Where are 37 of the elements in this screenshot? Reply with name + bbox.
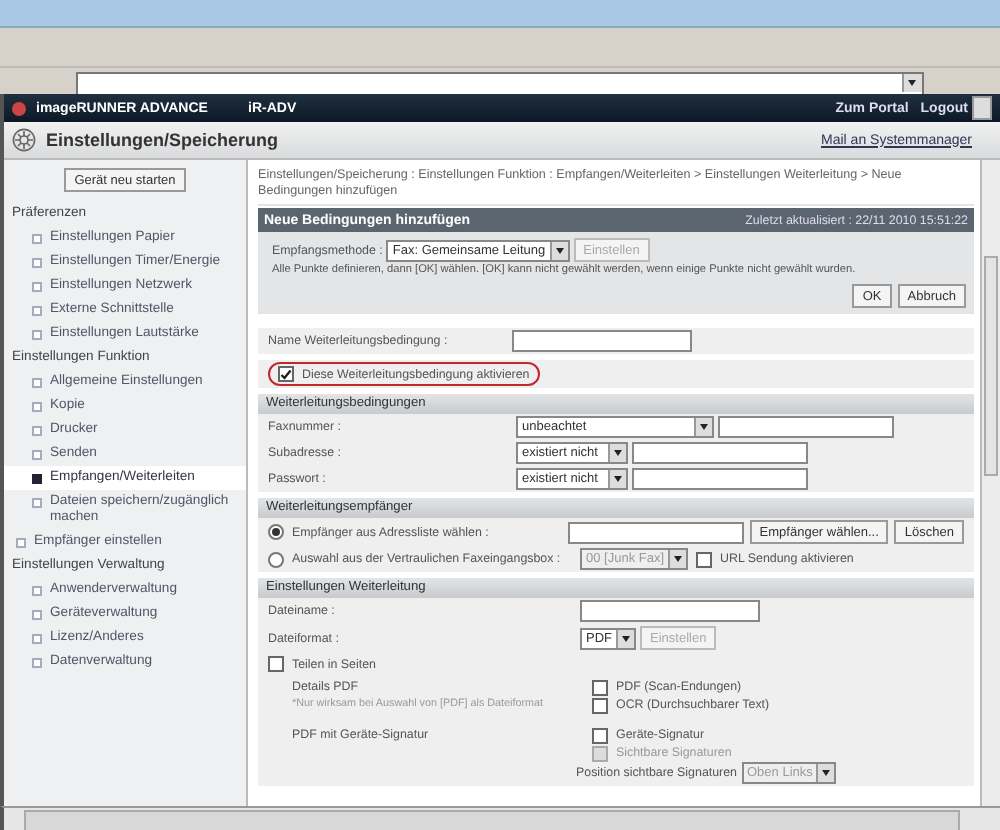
text-field[interactable] bbox=[718, 416, 894, 438]
bullet-icon bbox=[16, 537, 26, 547]
settings-icon bbox=[12, 128, 36, 152]
page-title: Einstellungen/Speicherung bbox=[46, 130, 281, 150]
checkbox[interactable] bbox=[268, 656, 284, 672]
radio-button[interactable] bbox=[268, 551, 284, 567]
checkbox[interactable] bbox=[696, 551, 713, 567]
bullet-icon bbox=[32, 633, 42, 643]
bullet-icon bbox=[32, 585, 42, 595]
bullet-icon bbox=[32, 449, 42, 459]
radio-button[interactable] bbox=[268, 524, 284, 540]
bullet-icon bbox=[32, 281, 42, 291]
bullet-icon bbox=[32, 305, 42, 315]
text-field[interactable] bbox=[567, 521, 744, 543]
bullet-icon bbox=[32, 329, 42, 339]
text-field[interactable] bbox=[632, 468, 808, 490]
bullet-icon bbox=[32, 497, 42, 507]
bullet-icon bbox=[32, 425, 42, 435]
text-field[interactable] bbox=[512, 330, 692, 352]
bullet-icon bbox=[32, 657, 42, 667]
text-field[interactable] bbox=[632, 442, 808, 464]
checkbox[interactable] bbox=[592, 727, 608, 743]
logo-icon bbox=[12, 101, 26, 115]
bullet-icon bbox=[32, 377, 42, 387]
bullet-icon bbox=[32, 609, 42, 619]
bullet-icon bbox=[32, 257, 42, 267]
scroll-up-icon bbox=[972, 96, 992, 120]
bullet-icon bbox=[32, 473, 42, 483]
text-field[interactable] bbox=[580, 600, 760, 622]
scrollbar-thumb[interactable] bbox=[984, 256, 998, 476]
bullet-icon bbox=[32, 401, 42, 411]
checkbox[interactable] bbox=[592, 697, 608, 713]
checkbox[interactable] bbox=[278, 366, 294, 382]
bullet-icon bbox=[32, 233, 42, 243]
vertical-scrollbar[interactable] bbox=[980, 160, 1000, 806]
horizontal-scrollbar[interactable] bbox=[24, 810, 960, 830]
checkbox[interactable] bbox=[592, 679, 608, 695]
